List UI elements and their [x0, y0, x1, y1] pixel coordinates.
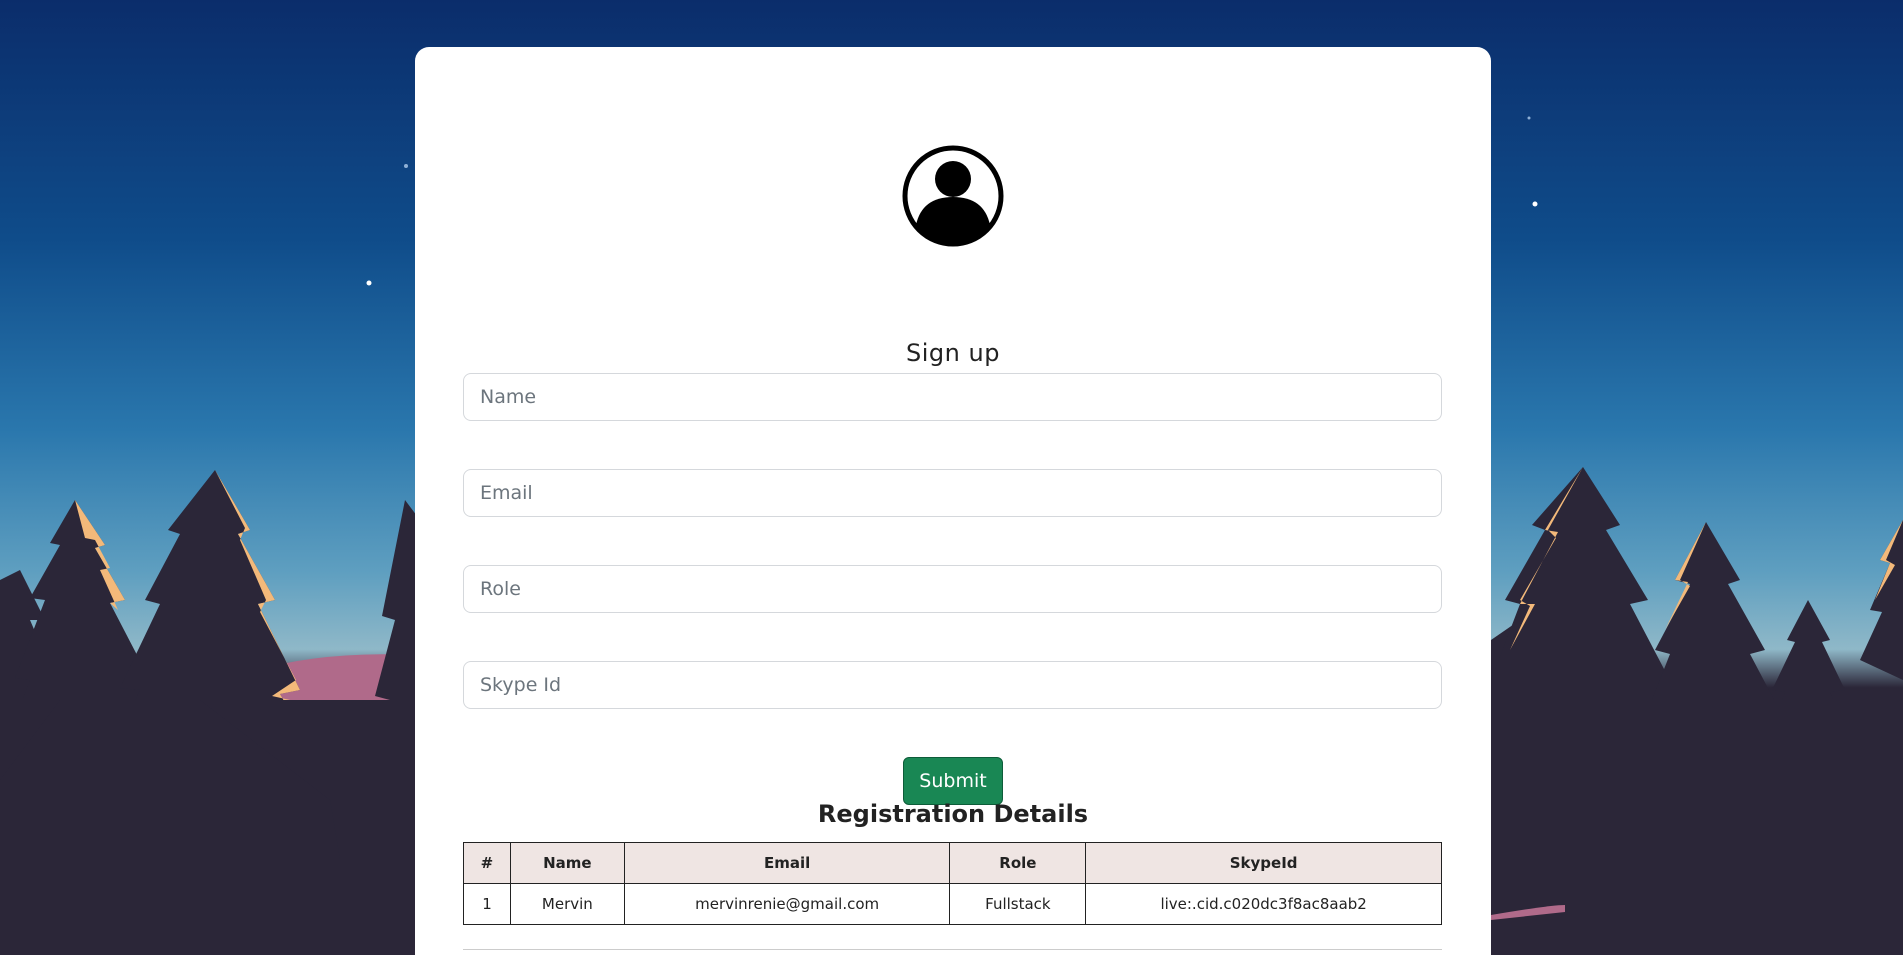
cell-role: Fullstack [949, 883, 1087, 925]
table-header-row: # Name Email Role SkypeId [463, 842, 1442, 884]
column-header-skypeid: SkypeId [1085, 842, 1442, 884]
registration-title: Registration Details [817, 800, 1089, 828]
cell-name: Mervin [509, 883, 625, 925]
table-row: 1 Mervin mervinrenie@gmail.com Fullstack… [463, 883, 1442, 925]
submit-button[interactable]: Submit [903, 757, 1003, 805]
divider [463, 949, 1442, 950]
column-header-name: Name [509, 842, 625, 884]
role-input[interactable] [463, 565, 1442, 613]
email-input[interactable] [463, 469, 1442, 517]
page-title: Sign up [906, 339, 1000, 367]
column-header-index: # [463, 842, 511, 884]
column-header-email: Email [623, 842, 951, 884]
user-circle-icon [902, 145, 1004, 247]
column-header-role: Role [949, 842, 1087, 884]
skype-id-input[interactable] [463, 661, 1442, 709]
signup-card: Sign up Submit Registration Details # Na… [415, 47, 1491, 977]
cell-index: 1 [463, 883, 511, 925]
name-input[interactable] [463, 373, 1442, 421]
registration-table: # Name Email Role SkypeId 1 Mervin mervi… [463, 842, 1442, 925]
cell-email: mervinrenie@gmail.com [623, 883, 951, 925]
cell-skypeid: live:.cid.c020dc3f8ac8aab2 [1085, 883, 1442, 925]
